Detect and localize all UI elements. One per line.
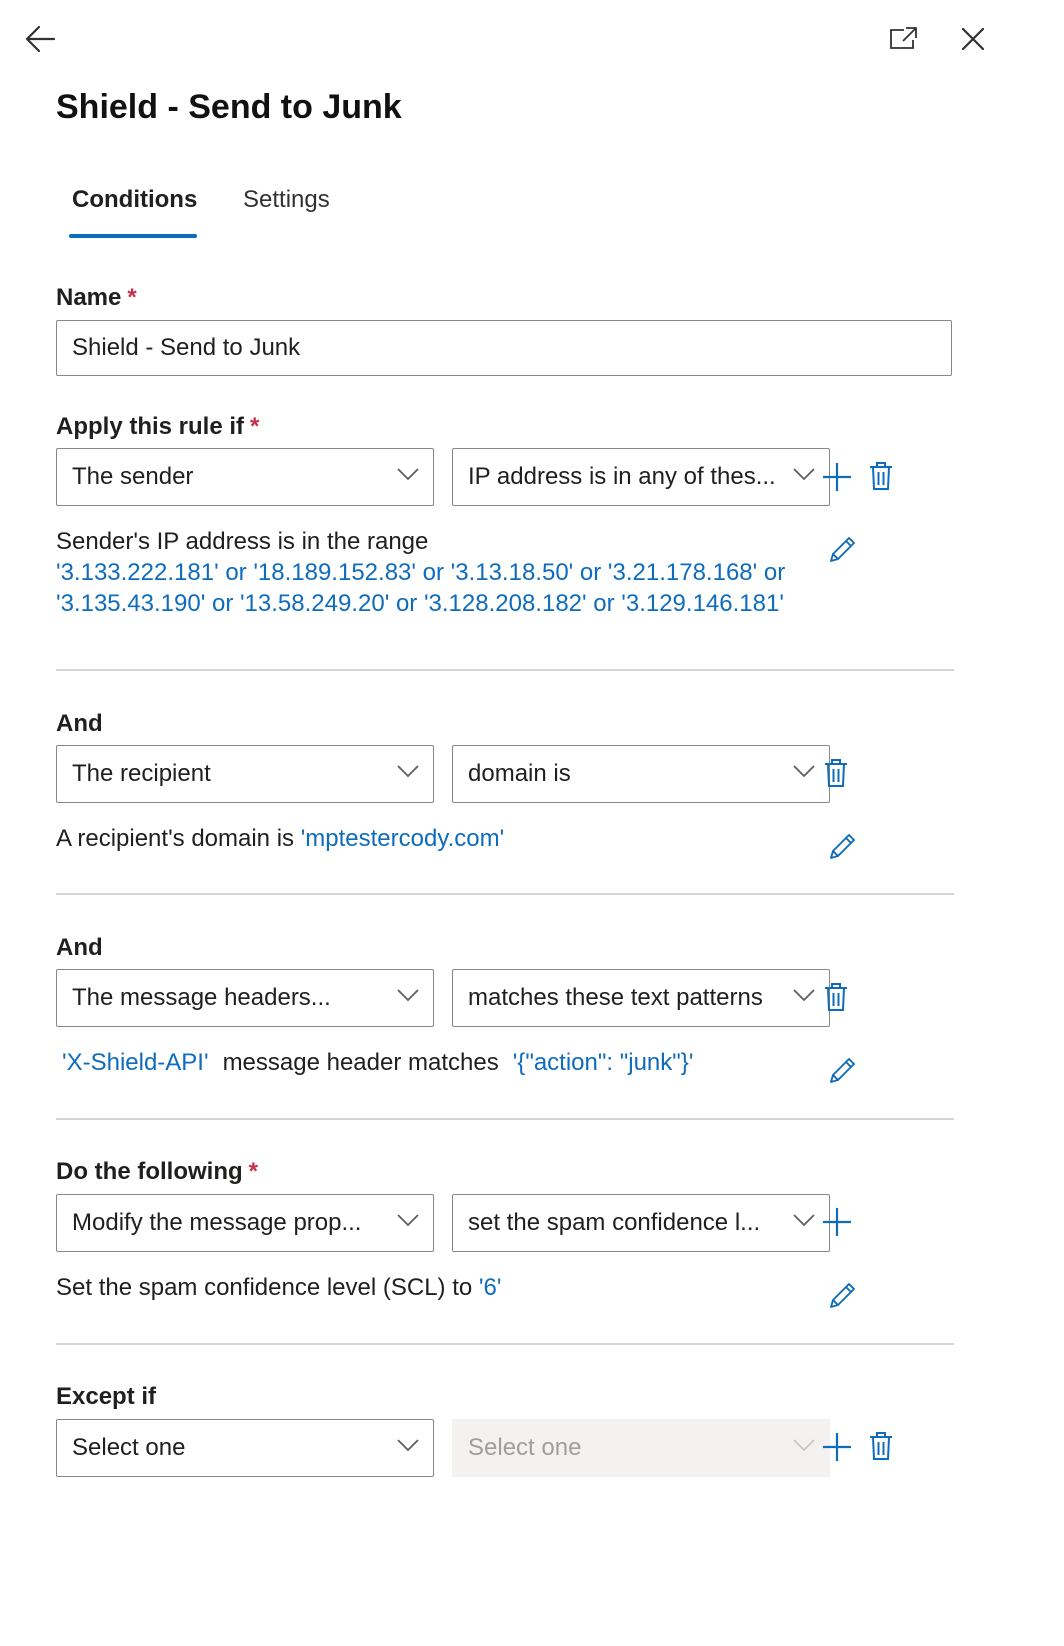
tab-settings[interactable]: Settings [243,186,330,214]
operator-dropdown-ip-address[interactable]: IP address is in any of thes... [452,448,830,506]
name-label-text: Name [56,284,122,311]
and-label: And [56,934,103,961]
delete-condition-icon[interactable] [869,461,893,496]
dropdown-value: IP address is in any of thes... [468,463,776,490]
chevron-down-icon [397,1438,419,1457]
recipient-domain-description: A recipient's domain is 'mptestercody.co… [56,823,504,855]
condition-dropdown-recipient[interactable]: The recipient [56,745,434,803]
message-header-description: 'X-Shield-API' message header matches '{"a… [62,1047,693,1079]
chevron-down-icon [397,467,419,486]
ip-address-values-link-2[interactable]: '3.135.43.190' or '13.58.249.20' or '3.1… [56,588,784,620]
condition-dropdown-message-headers[interactable]: The message headers... [56,969,434,1027]
scl-text: Set the spam confidence level (SCL) to [56,1274,479,1301]
chevron-down-icon [793,764,815,783]
chevron-down-icon [397,1213,419,1232]
exception-operator-dropdown: Select one [452,1419,830,1477]
required-marker: * [248,1158,258,1185]
active-tab-indicator [69,234,197,238]
action-dropdown-modify-message[interactable]: Modify the message prop... [56,1194,434,1252]
section-divider [56,1343,954,1345]
dropdown-value: The message headers... [72,984,331,1011]
chevron-down-icon [793,1213,815,1232]
required-marker: * [250,413,260,440]
edit-pencil-icon[interactable] [828,1280,858,1315]
edit-pencil-icon[interactable] [828,534,858,569]
section-divider [56,669,954,671]
recipient-domain-link[interactable]: 'mptestercody.com' [301,825,504,852]
edit-pencil-icon[interactable] [828,1055,858,1090]
chevron-down-icon [397,764,419,783]
dropdown-value: Modify the message prop... [72,1209,362,1236]
tab-conditions[interactable]: Conditions [72,186,197,214]
close-icon[interactable] [961,27,985,55]
apply-rule-label-text: Apply this rule if [56,413,245,440]
chevron-down-icon [793,1438,815,1457]
dropdown-value: The sender [72,463,194,490]
ip-address-values-link-1[interactable]: '3.133.222.181' or '18.189.152.83' or '3… [56,557,785,589]
do-following-label: Do the following * [56,1158,258,1186]
required-marker: * [127,284,137,311]
back-arrow-icon[interactable] [24,24,56,59]
open-in-new-window-icon[interactable] [889,26,919,55]
dropdown-value: domain is [468,760,571,787]
delete-exception-icon[interactable] [869,1431,893,1466]
except-if-label: Except if [56,1383,157,1410]
name-label: Name * [56,284,137,312]
recipient-domain-text: A recipient's domain is [56,825,301,852]
condition-dropdown-sender[interactable]: The sender [56,448,434,506]
scl-description: Set the spam confidence level (SCL) to '… [56,1272,501,1304]
header-name-link[interactable]: 'X-Shield-API' [62,1049,209,1076]
operator-dropdown-domain[interactable]: domain is [452,745,830,803]
add-exception-icon[interactable] [822,1432,852,1467]
add-action-icon[interactable] [822,1207,852,1242]
add-condition-icon[interactable] [822,462,852,497]
dropdown-value: set the spam confidence l... [468,1209,761,1236]
and-label: And [56,710,103,737]
delete-condition-icon[interactable] [824,982,848,1017]
dropdown-value: Select one [72,1434,186,1461]
sender-ip-description: Sender's IP address is in the range [56,528,429,555]
do-following-label-text: Do the following [56,1158,243,1185]
apply-rule-label: Apply this rule if * [56,413,259,441]
chevron-down-icon [793,988,815,1007]
section-divider [56,1118,954,1120]
edit-pencil-icon[interactable] [828,831,858,866]
header-pattern-link[interactable]: '{"action": "junk"}' [513,1049,694,1076]
operator-dropdown-text-patterns[interactable]: matches these text patterns [452,969,830,1027]
dropdown-value: matches these text patterns [468,984,763,1011]
header-match-text: message header matches [222,1049,499,1076]
exception-condition-dropdown[interactable]: Select one [56,1419,434,1477]
chevron-down-icon [793,467,815,486]
panel-title: Shield - Send to Junk [56,88,402,126]
chevron-down-icon [397,988,419,1007]
dropdown-value: Select one [468,1434,582,1461]
rule-name-input[interactable]: Shield - Send to Junk [56,320,952,376]
operator-dropdown-spam-confidence[interactable]: set the spam confidence l... [452,1194,830,1252]
scl-value-link[interactable]: '6' [479,1274,502,1301]
delete-condition-icon[interactable] [824,758,848,793]
section-divider [56,893,954,895]
dropdown-value: The recipient [72,760,211,787]
